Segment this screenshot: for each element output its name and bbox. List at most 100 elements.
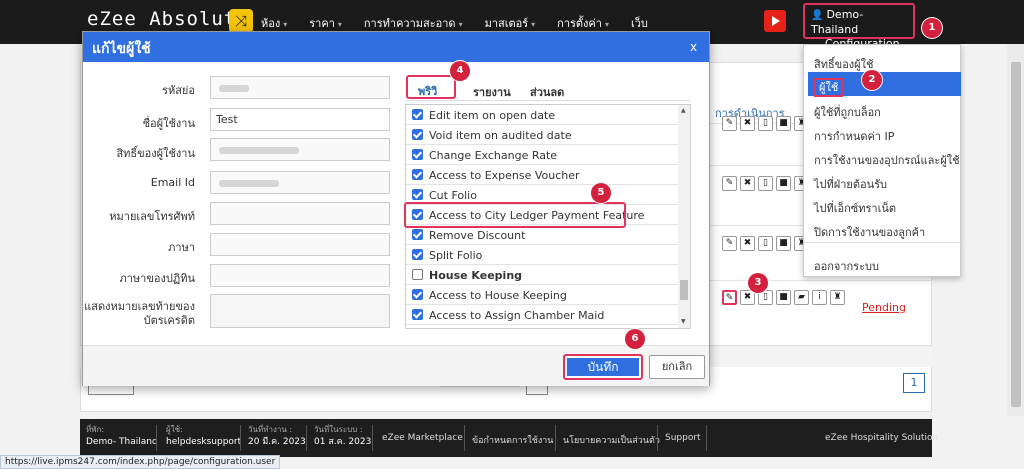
list-scrollbar[interactable]: ▲ ▼ — [678, 105, 690, 328]
label-language: ภาษา — [168, 241, 195, 254]
user-icon: 👤 — [811, 10, 824, 21]
tab-privileges[interactable]: พริวิเลจ — [406, 75, 456, 116]
step-badge-5: 5 — [591, 183, 611, 203]
page-number[interactable]: 1 — [903, 373, 925, 393]
privilege-row[interactable]: Access to Expense Voucher — [406, 165, 678, 185]
privilege-row[interactable]: Split Folio — [406, 245, 678, 265]
menu-item-device-usage[interactable]: การใช้งานของอุปกรณ์และผู้ใช้ — [814, 151, 960, 169]
brand-logo[interactable]: eZee Absolute — [87, 8, 249, 30]
delete-icon[interactable]: ✖ — [740, 236, 755, 251]
lock-icon[interactable]: ■ — [776, 236, 791, 251]
label-user-privilege: สิทธิ์ของผู้ใช้งาน — [116, 147, 195, 160]
menu-item-users[interactable]: ผู้ใช้ — [808, 72, 961, 97]
phone-field[interactable] — [210, 202, 390, 225]
privilege-row[interactable]: Void item on audited date — [406, 125, 678, 145]
step-badge-1: 1 — [922, 18, 942, 38]
message-icon[interactable]: ▰ — [794, 290, 809, 305]
device-icon[interactable]: ▯ — [758, 236, 773, 251]
username-field[interactable]: Test — [210, 108, 390, 131]
scroll-down-icon[interactable]: ▼ — [681, 318, 686, 325]
checkbox[interactable] — [412, 309, 423, 320]
footer-brand: eZee Hospitality Solution — [825, 433, 939, 443]
delete-icon[interactable]: ✖ — [740, 290, 755, 305]
menu-item-extranet[interactable]: ไปที่เอ็กซ์ทราเน็ต — [814, 199, 896, 217]
checkbox[interactable] — [412, 149, 423, 160]
modal-title: แก้ไขผู้ใช้ — [92, 41, 151, 57]
checkbox[interactable] — [412, 169, 423, 180]
footer-property: ที่พัก: Demo- Thailand — [86, 425, 158, 447]
footer-link-privacy[interactable]: นโยบายความเป็นส่วนตัว — [563, 433, 660, 447]
lock-icon[interactable]: ■ — [776, 290, 791, 305]
checkbox[interactable] — [412, 229, 423, 240]
menu-housekeeping[interactable]: การทำความสะอาด ▾ — [364, 14, 463, 32]
checkbox[interactable] — [412, 289, 423, 300]
footer-system-date: วันที่ในระบบ :01 ส.ค. 2023 — [314, 425, 372, 447]
row-actions: ✎ ✖ ▯ ■ ▰ i ♜ — [722, 290, 862, 308]
edit-icon[interactable]: ✎ — [722, 236, 737, 251]
footer-link-support[interactable]: Support — [665, 433, 701, 443]
pending-link[interactable]: Pending — [862, 301, 906, 314]
user-menu-button[interactable]: 👤Demo- Thailand Configuration — [803, 3, 915, 50]
short-code-field[interactable] — [210, 76, 390, 99]
step-badge-6: 6 — [625, 329, 645, 349]
menu-item-ip-config[interactable]: การกำหนดค่า IP — [814, 127, 894, 145]
info-icon[interactable]: i — [812, 290, 827, 305]
checkbox[interactable] — [412, 269, 423, 280]
lock-icon[interactable]: ■ — [776, 176, 791, 191]
delete-icon[interactable]: ✖ — [740, 116, 755, 131]
menu-item-logout[interactable]: ออกจากระบบ — [814, 257, 879, 275]
menu-item-blocked-users[interactable]: ผู้ใช้ที่ถูกบล็อก — [814, 103, 881, 121]
shuffle-icon[interactable]: ⤨ — [229, 9, 253, 33]
menu-rooms[interactable]: ห้อง ▾ — [261, 14, 287, 32]
footer-bar: ที่พัก: Demo- Thailand ผู้ใช้: helpdesksup… — [80, 419, 938, 457]
unlock-icon[interactable]: ♜ — [830, 290, 845, 305]
cancel-button[interactable]: ยกเลิก — [649, 355, 705, 379]
privilege-row[interactable]: Edit item on open date — [406, 105, 678, 125]
edit-icon[interactable]: ✎ — [722, 176, 737, 191]
privilege-group-row[interactable]: House Keeping — [406, 265, 678, 285]
checkbox[interactable] — [412, 189, 423, 200]
youtube-icon[interactable] — [764, 10, 786, 32]
privilege-row[interactable]: Access to House Keeping — [406, 285, 678, 305]
footer-link-terms[interactable]: ข้อกำหนดการใช้งาน — [472, 433, 553, 447]
menu-settings[interactable]: การตั้งค่า ▾ — [557, 14, 609, 32]
page-scrollbar[interactable] — [1007, 44, 1024, 416]
label-calendar-language: ภาษาของปฏิทิน — [119, 272, 196, 285]
privilege-row[interactable]: Remove Discount — [406, 225, 678, 245]
edit-icon[interactable]: ✎ — [722, 290, 737, 305]
privilege-row[interactable]: Access to Assign Chamber Maid — [406, 305, 678, 325]
privilege-row[interactable]: Change Exchange Rate — [406, 145, 678, 165]
tab-discounts[interactable]: ส่วนลด — [530, 83, 564, 101]
edit-icon[interactable]: ✎ — [722, 116, 737, 131]
footer-user: ผู้ใช้: helpdesksupport — [166, 425, 242, 447]
tab-reports[interactable]: รายงาน — [473, 83, 511, 101]
device-icon[interactable]: ▯ — [758, 116, 773, 131]
checkbox[interactable] — [412, 109, 423, 120]
menu-masters[interactable]: มาสเตอร์ ▾ — [485, 14, 536, 32]
device-icon[interactable]: ▯ — [758, 176, 773, 191]
label-username: ชื่อผู้ใช้งาน — [142, 117, 195, 130]
calendar-language-select[interactable] — [210, 264, 390, 287]
menu-item-disable-customer[interactable]: ปิดการใช้งานของลูกค้า — [814, 223, 925, 241]
footer-work-date: วันที่ทำงาน :20 มี.ค. 2023 — [248, 425, 306, 447]
user-privilege-select[interactable] — [210, 138, 390, 161]
main-menu: ห้อง ▾ ราคา ▾ การทำความสะอาด ▾ มาสเตอร์ ▾ กา… — [261, 14, 670, 32]
menu-item-user-privileges[interactable]: สิทธิ์ของผู้ใช้ — [814, 55, 873, 73]
footer-link-marketplace[interactable]: eZee Marketplace — [382, 433, 463, 443]
checkbox[interactable] — [412, 249, 423, 260]
scroll-up-icon[interactable]: ▲ — [681, 107, 686, 114]
edit-user-modal: แก้ไขผู้ใช้ x รหัสย่อ ชื่อผู้ใช้งาน Test… — [82, 31, 710, 386]
menu-web[interactable]: เว็บ — [631, 14, 648, 32]
language-select[interactable] — [210, 233, 390, 256]
cc-digits-field[interactable] — [210, 294, 390, 328]
save-button[interactable]: บันทึก — [563, 354, 643, 380]
delete-icon[interactable]: ✖ — [740, 176, 755, 191]
close-icon[interactable]: x — [690, 40, 697, 54]
user-dropdown-menu: สิทธิ์ของผู้ใช้ ผู้ใช้ ผู้ใช้ที่ถูกบล็อก… — [803, 44, 962, 277]
checkbox[interactable] — [412, 129, 423, 140]
label-cc-digits-2: บัตรเครดิต — [143, 314, 195, 327]
menu-item-front-desk[interactable]: ไปที่ฝ่ายต้อนรับ — [814, 175, 887, 193]
email-field[interactable] — [210, 171, 390, 194]
menu-rates[interactable]: ราคา ▾ — [309, 14, 342, 32]
lock-icon[interactable]: ■ — [776, 116, 791, 131]
